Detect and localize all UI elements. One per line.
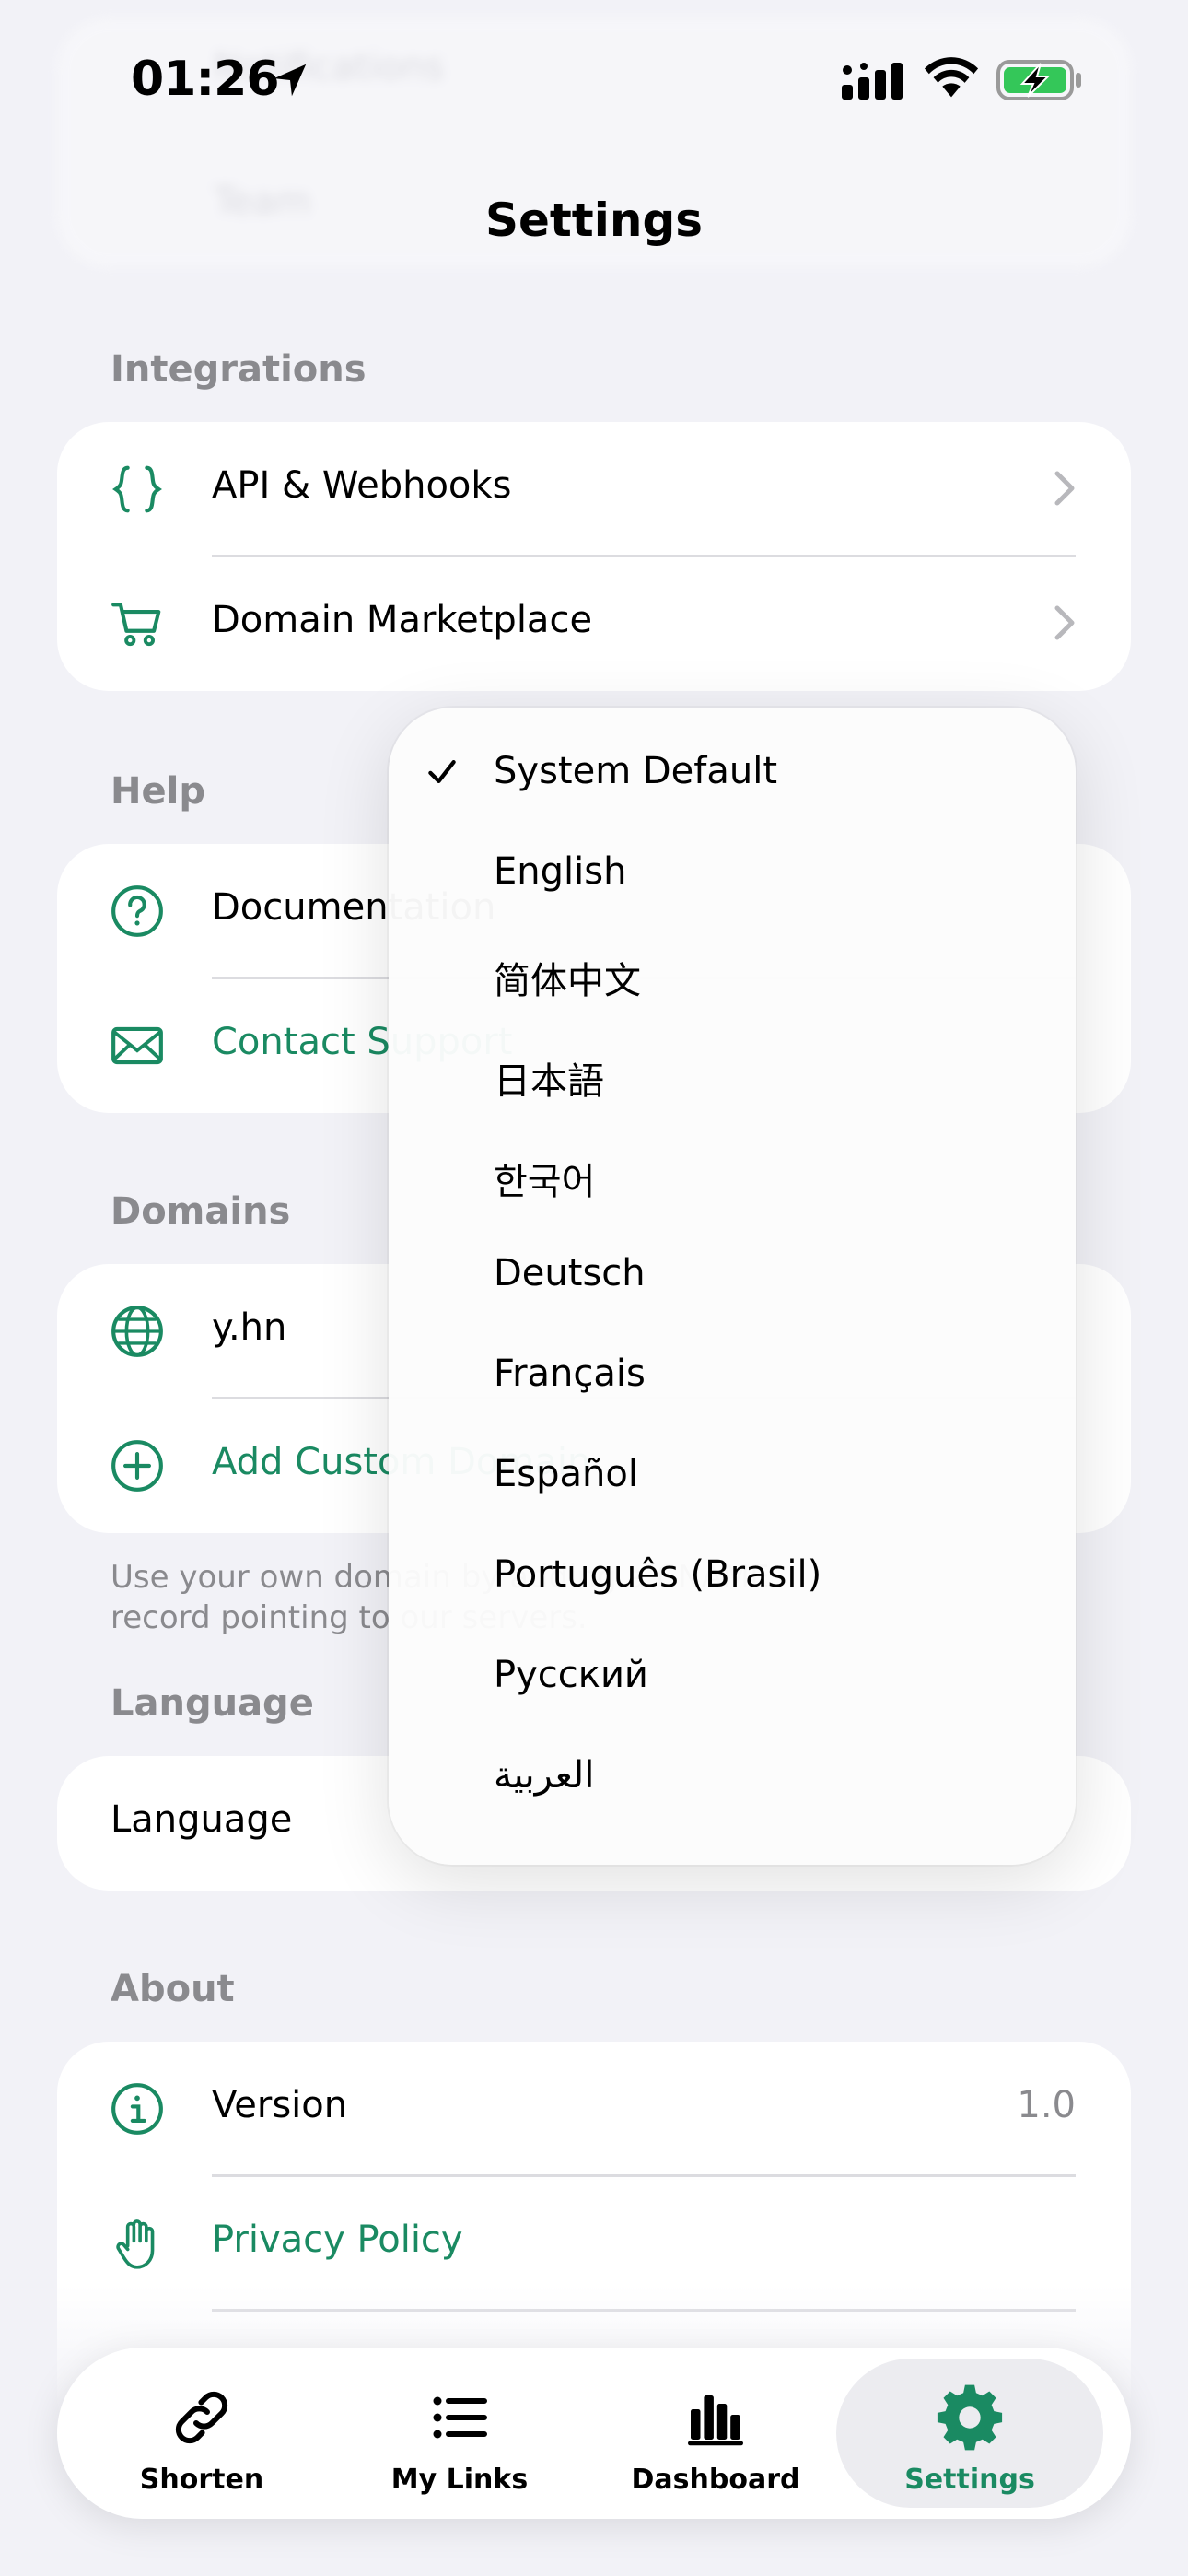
- battery-charging-icon: [996, 60, 1081, 100]
- chevron-right-icon: [1054, 471, 1075, 506]
- tab-settings[interactable]: Settings: [836, 2359, 1103, 2508]
- option-label: Deutsch: [494, 1252, 646, 1294]
- section-header-help: Help: [111, 770, 205, 813]
- question-icon: [111, 885, 163, 937]
- option-label: System Default: [494, 750, 778, 792]
- version-value: 1.0: [1017, 2084, 1076, 2126]
- option-label: 简体中文: [494, 960, 641, 1002]
- section-header-about: About: [111, 1968, 235, 2010]
- option-label: English: [494, 850, 627, 893]
- tab-bar: Shorten My Links Dashboard Settings: [57, 2348, 1131, 2519]
- option-label: 한국어: [494, 1161, 596, 1203]
- gear-icon: [937, 2384, 1003, 2451]
- tab-label: Dashboard: [631, 2464, 800, 2496]
- row-label: Language: [111, 1798, 293, 1841]
- language-option-korean[interactable]: 한국어: [389, 1130, 1076, 1230]
- language-option-portuguese-brazil[interactable]: Português (Brasil): [389, 1531, 1076, 1632]
- row-version: Version 1.0: [57, 2042, 1131, 2176]
- language-option-english[interactable]: English: [389, 828, 1076, 929]
- integrations-card: API & Webhooks Domain Marketplace: [57, 422, 1131, 691]
- language-option-russian[interactable]: Русский: [389, 1632, 1076, 1732]
- language-option-chinese-simplified[interactable]: 简体中文: [389, 929, 1076, 1029]
- globe-icon: [111, 1306, 163, 1357]
- row-label: API & Webhooks: [212, 464, 512, 507]
- link-icon: [175, 2391, 228, 2444]
- tab-label: My Links: [390, 2464, 529, 2496]
- tab-dashboard[interactable]: Dashboard: [582, 2359, 849, 2508]
- row-api-webhooks[interactable]: API & Webhooks: [57, 422, 1131, 556]
- tab-my-links[interactable]: My Links: [326, 2359, 593, 2508]
- checkmark-icon: [428, 760, 456, 784]
- hand-icon: [116, 2219, 155, 2269]
- location-arrow-icon: [274, 64, 307, 97]
- page-title: Settings: [484, 193, 703, 247]
- cart-icon: [111, 603, 161, 647]
- tab-label: Shorten: [139, 2464, 264, 2496]
- section-header-domains: Domains: [111, 1190, 291, 1233]
- bar-chart-icon: [688, 2395, 743, 2446]
- language-dropdown-menu: System Default English 简体中文 日本語 한국어 Deut…: [389, 708, 1076, 1865]
- language-option-spanish[interactable]: Español: [389, 1431, 1076, 1531]
- section-header-language: Language: [111, 1682, 314, 1725]
- row-label: y.hn: [212, 1306, 287, 1349]
- option-label: 日本語: [494, 1060, 604, 1103]
- mail-icon: [111, 1026, 163, 1065]
- option-label: Español: [494, 1453, 638, 1495]
- cellular-signal-icon: [842, 63, 903, 100]
- list-icon: [433, 2396, 487, 2439]
- option-label: Português (Brasil): [494, 1553, 822, 1596]
- chevron-right-icon: [1054, 605, 1075, 640]
- section-header-integrations: Integrations: [111, 348, 367, 391]
- tab-shorten[interactable]: Shorten: [68, 2359, 335, 2508]
- language-option-arabic[interactable]: العربية: [389, 1732, 1076, 1832]
- wifi-icon: [924, 57, 979, 98]
- option-label: Français: [494, 1352, 646, 1395]
- language-option-german[interactable]: Deutsch: [389, 1230, 1076, 1330]
- language-option-french[interactable]: Français: [389, 1330, 1076, 1431]
- info-icon: [111, 2083, 163, 2135]
- option-label: العربية: [494, 1754, 595, 1797]
- plus-circle-icon: [111, 1440, 163, 1492]
- status-bar: 01:26: [0, 0, 1188, 157]
- option-label: Русский: [494, 1654, 648, 1696]
- row-label: Domain Marketplace: [212, 599, 593, 641]
- row-domain-marketplace[interactable]: Domain Marketplace: [57, 556, 1131, 691]
- row-label: Version: [212, 2084, 348, 2126]
- braces-icon: [112, 465, 162, 513]
- language-option-japanese[interactable]: 日本語: [389, 1029, 1076, 1130]
- status-time: 01:26: [131, 52, 280, 107]
- tab-label: Settings: [904, 2464, 1035, 2496]
- language-option-system-default[interactable]: System Default: [389, 728, 1076, 828]
- row-label: Privacy Policy: [212, 2219, 463, 2261]
